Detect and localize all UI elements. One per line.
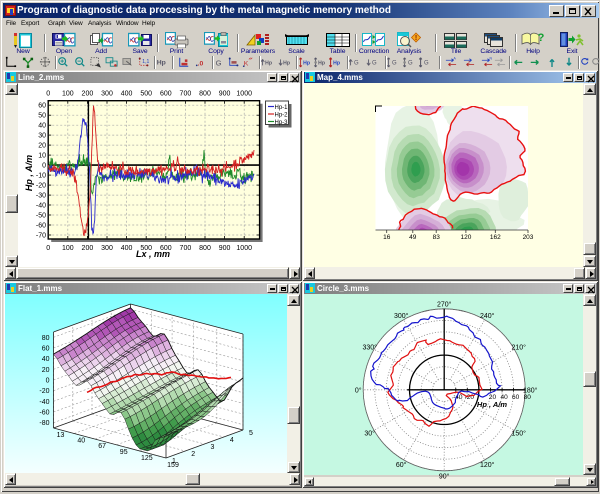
svg-text:60: 60 <box>512 394 520 401</box>
svg-text:0: 0 <box>46 378 50 385</box>
svg-text:1: 1 <box>172 458 176 465</box>
svg-text:4: 4 <box>230 437 234 444</box>
svg-text:2: 2 <box>191 451 195 458</box>
svg-text:40: 40 <box>42 356 50 363</box>
svg-text:100: 100 <box>62 245 74 252</box>
svg-text:125: 125 <box>141 455 153 462</box>
svg-text:-20: -20 <box>39 388 49 395</box>
svg-text:400: 400 <box>121 91 133 98</box>
svg-text:1000: 1000 <box>236 245 252 252</box>
svg-text:800: 800 <box>199 245 211 252</box>
svg-text:Hp-1: Hp-1 <box>275 105 289 111</box>
svg-text:180°: 180° <box>523 386 538 394</box>
svg-text:600: 600 <box>160 91 172 98</box>
svg-text:-60: -60 <box>36 223 46 230</box>
svg-text:5: 5 <box>249 430 253 437</box>
svg-text:203: 203 <box>523 234 534 241</box>
svg-text:83: 83 <box>433 234 441 241</box>
svg-text:20: 20 <box>42 367 50 374</box>
svg-text:-70: -70 <box>36 233 46 240</box>
svg-text:60°: 60° <box>396 461 407 469</box>
svg-text:50: 50 <box>38 113 46 120</box>
svg-text:20: 20 <box>38 143 46 150</box>
svg-text:162: 162 <box>490 234 501 241</box>
svg-text:-20: -20 <box>36 183 46 190</box>
svg-text:80: 80 <box>42 335 50 342</box>
svg-text:30°: 30° <box>364 429 375 437</box>
svg-text:3: 3 <box>211 444 215 451</box>
svg-text:100: 100 <box>62 91 74 98</box>
svg-text:150°: 150° <box>511 429 526 437</box>
svg-text:Hp-3: Hp-3 <box>275 120 289 126</box>
svg-text:-30: -30 <box>36 193 46 200</box>
svg-text:500: 500 <box>140 91 152 98</box>
svg-text:120: 120 <box>460 234 471 241</box>
svg-text:270°: 270° <box>437 300 452 308</box>
svg-text:Hp-2: Hp-2 <box>275 113 289 119</box>
svg-text:-10: -10 <box>36 173 46 180</box>
svg-text:200: 200 <box>82 245 94 252</box>
svg-text:200: 200 <box>82 91 94 98</box>
svg-text:90°: 90° <box>439 472 450 480</box>
svg-text:700: 700 <box>180 245 192 252</box>
svg-text:0: 0 <box>46 245 50 252</box>
svg-text:Hp , A/m: Hp , A/m <box>24 155 34 191</box>
svg-text:60: 60 <box>38 103 46 110</box>
svg-text:60: 60 <box>42 346 50 353</box>
svg-text:80: 80 <box>524 394 532 401</box>
svg-text:16: 16 <box>383 234 391 241</box>
svg-text:40: 40 <box>38 123 46 130</box>
svg-text:210°: 210° <box>511 343 526 351</box>
svg-text:800: 800 <box>199 91 211 98</box>
svg-text:10: 10 <box>38 153 46 160</box>
svg-text:95: 95 <box>120 449 128 456</box>
svg-text:Hp , A/m: Hp , A/m <box>477 400 507 409</box>
svg-text:0°: 0° <box>355 386 362 394</box>
svg-text:0: 0 <box>46 91 50 98</box>
svg-text:-50: -50 <box>36 213 46 220</box>
svg-text:-80: -80 <box>39 420 49 427</box>
svg-text:900: 900 <box>219 245 231 252</box>
svg-text:1000: 1000 <box>236 91 252 98</box>
svg-text:240°: 240° <box>480 312 495 320</box>
svg-text:0: 0 <box>42 163 46 170</box>
svg-text:300: 300 <box>101 91 113 98</box>
svg-text:120°: 120° <box>480 461 495 469</box>
svg-text:49: 49 <box>409 234 417 241</box>
svg-text:900: 900 <box>219 91 231 98</box>
svg-text:400: 400 <box>121 245 133 252</box>
svg-text:330°: 330° <box>362 343 377 351</box>
svg-text:67: 67 <box>98 443 106 450</box>
svg-text:-40: -40 <box>39 399 49 406</box>
svg-text:40: 40 <box>77 438 85 445</box>
svg-text:-20: -20 <box>465 394 475 401</box>
svg-text:-60: -60 <box>39 410 49 417</box>
svg-text:700: 700 <box>180 91 192 98</box>
svg-text:300: 300 <box>101 245 113 252</box>
svg-text:300°: 300° <box>394 312 409 320</box>
svg-text:13: 13 <box>57 432 65 439</box>
svg-text:30: 30 <box>38 133 46 140</box>
svg-text:-40: -40 <box>36 203 46 210</box>
svg-text:Lx , mm: Lx , mm <box>136 249 170 259</box>
